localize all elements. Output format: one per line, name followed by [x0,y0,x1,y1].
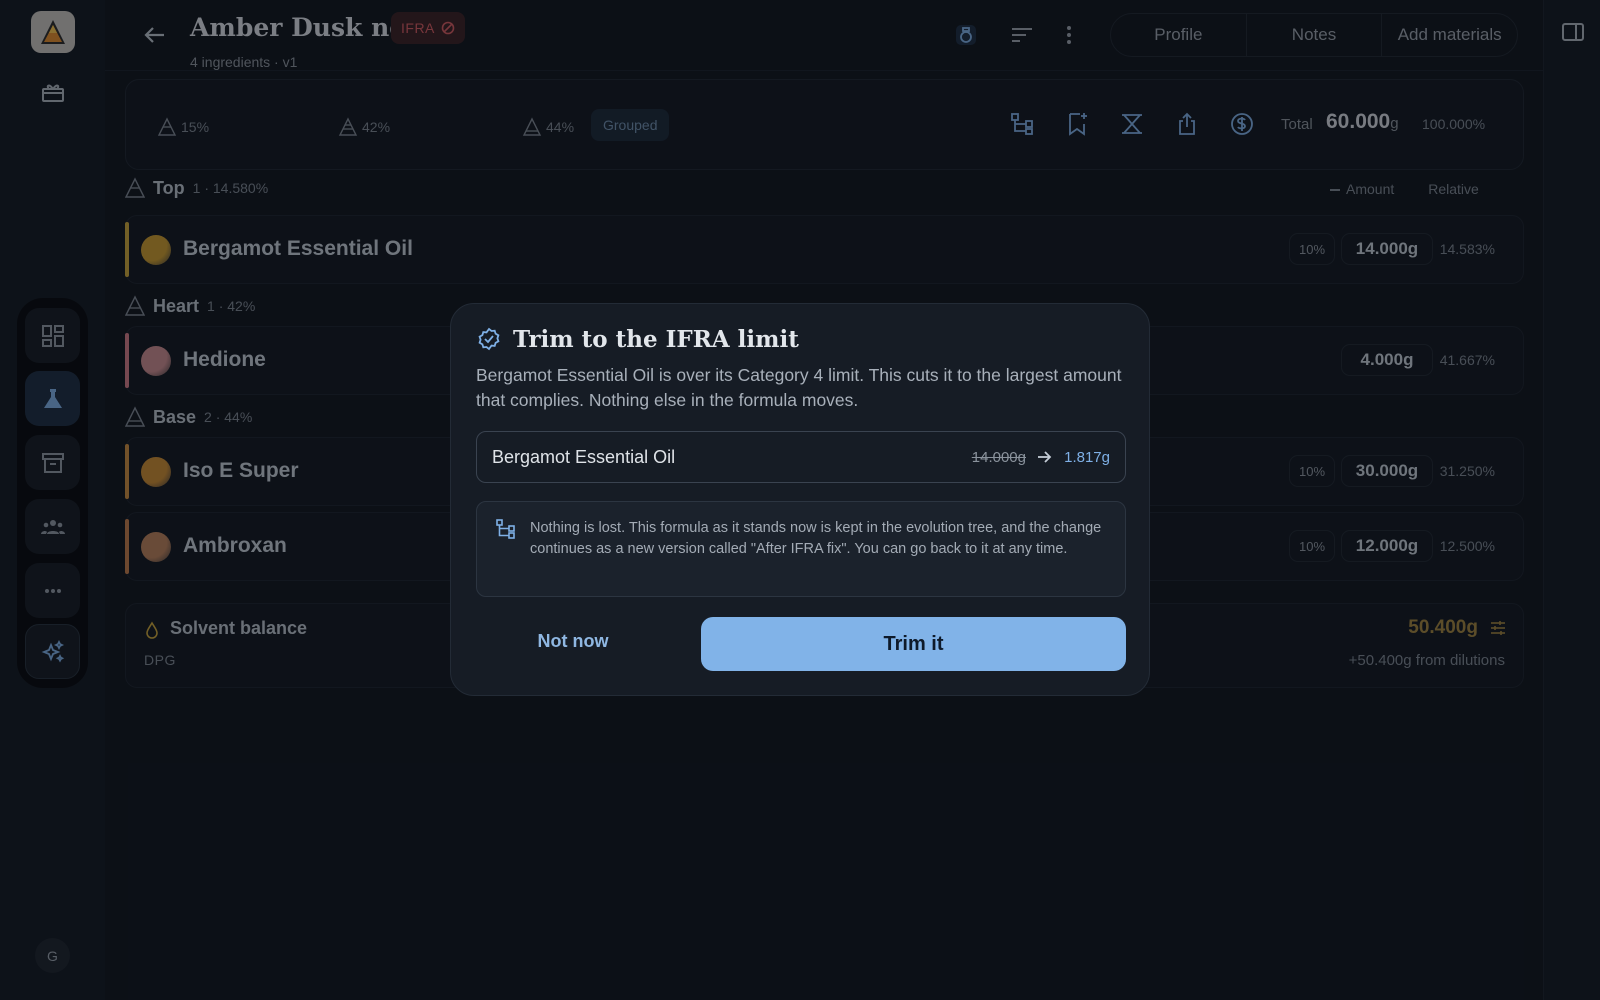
not-now-button[interactable]: Not now [508,623,638,659]
ifra-trim-dialog: Trim to the IFRA limit Bergamot Essentia… [450,303,1150,696]
evolution-note: Nothing is lost. This formula as it stan… [476,501,1126,597]
verified-badge-icon [478,327,500,351]
note-text: Nothing is lost. This formula as it stan… [530,520,1102,557]
trim-ingredient-name: Bergamot Essential Oil [492,447,676,467]
trim-it-button[interactable]: Trim it [701,617,1126,671]
new-amount: 1.817g [1064,449,1110,466]
arrow-right-icon [1038,451,1052,463]
old-amount: 14.000g [971,449,1026,466]
dialog-title: Trim to the IFRA limit [513,326,799,353]
trim-preview: Bergamot Essential Oil 14.000g 1.817g [476,431,1126,483]
evolution-tree-icon [496,519,515,539]
dialog-description: Bergamot Essential Oil is over its Categ… [476,365,1122,410]
